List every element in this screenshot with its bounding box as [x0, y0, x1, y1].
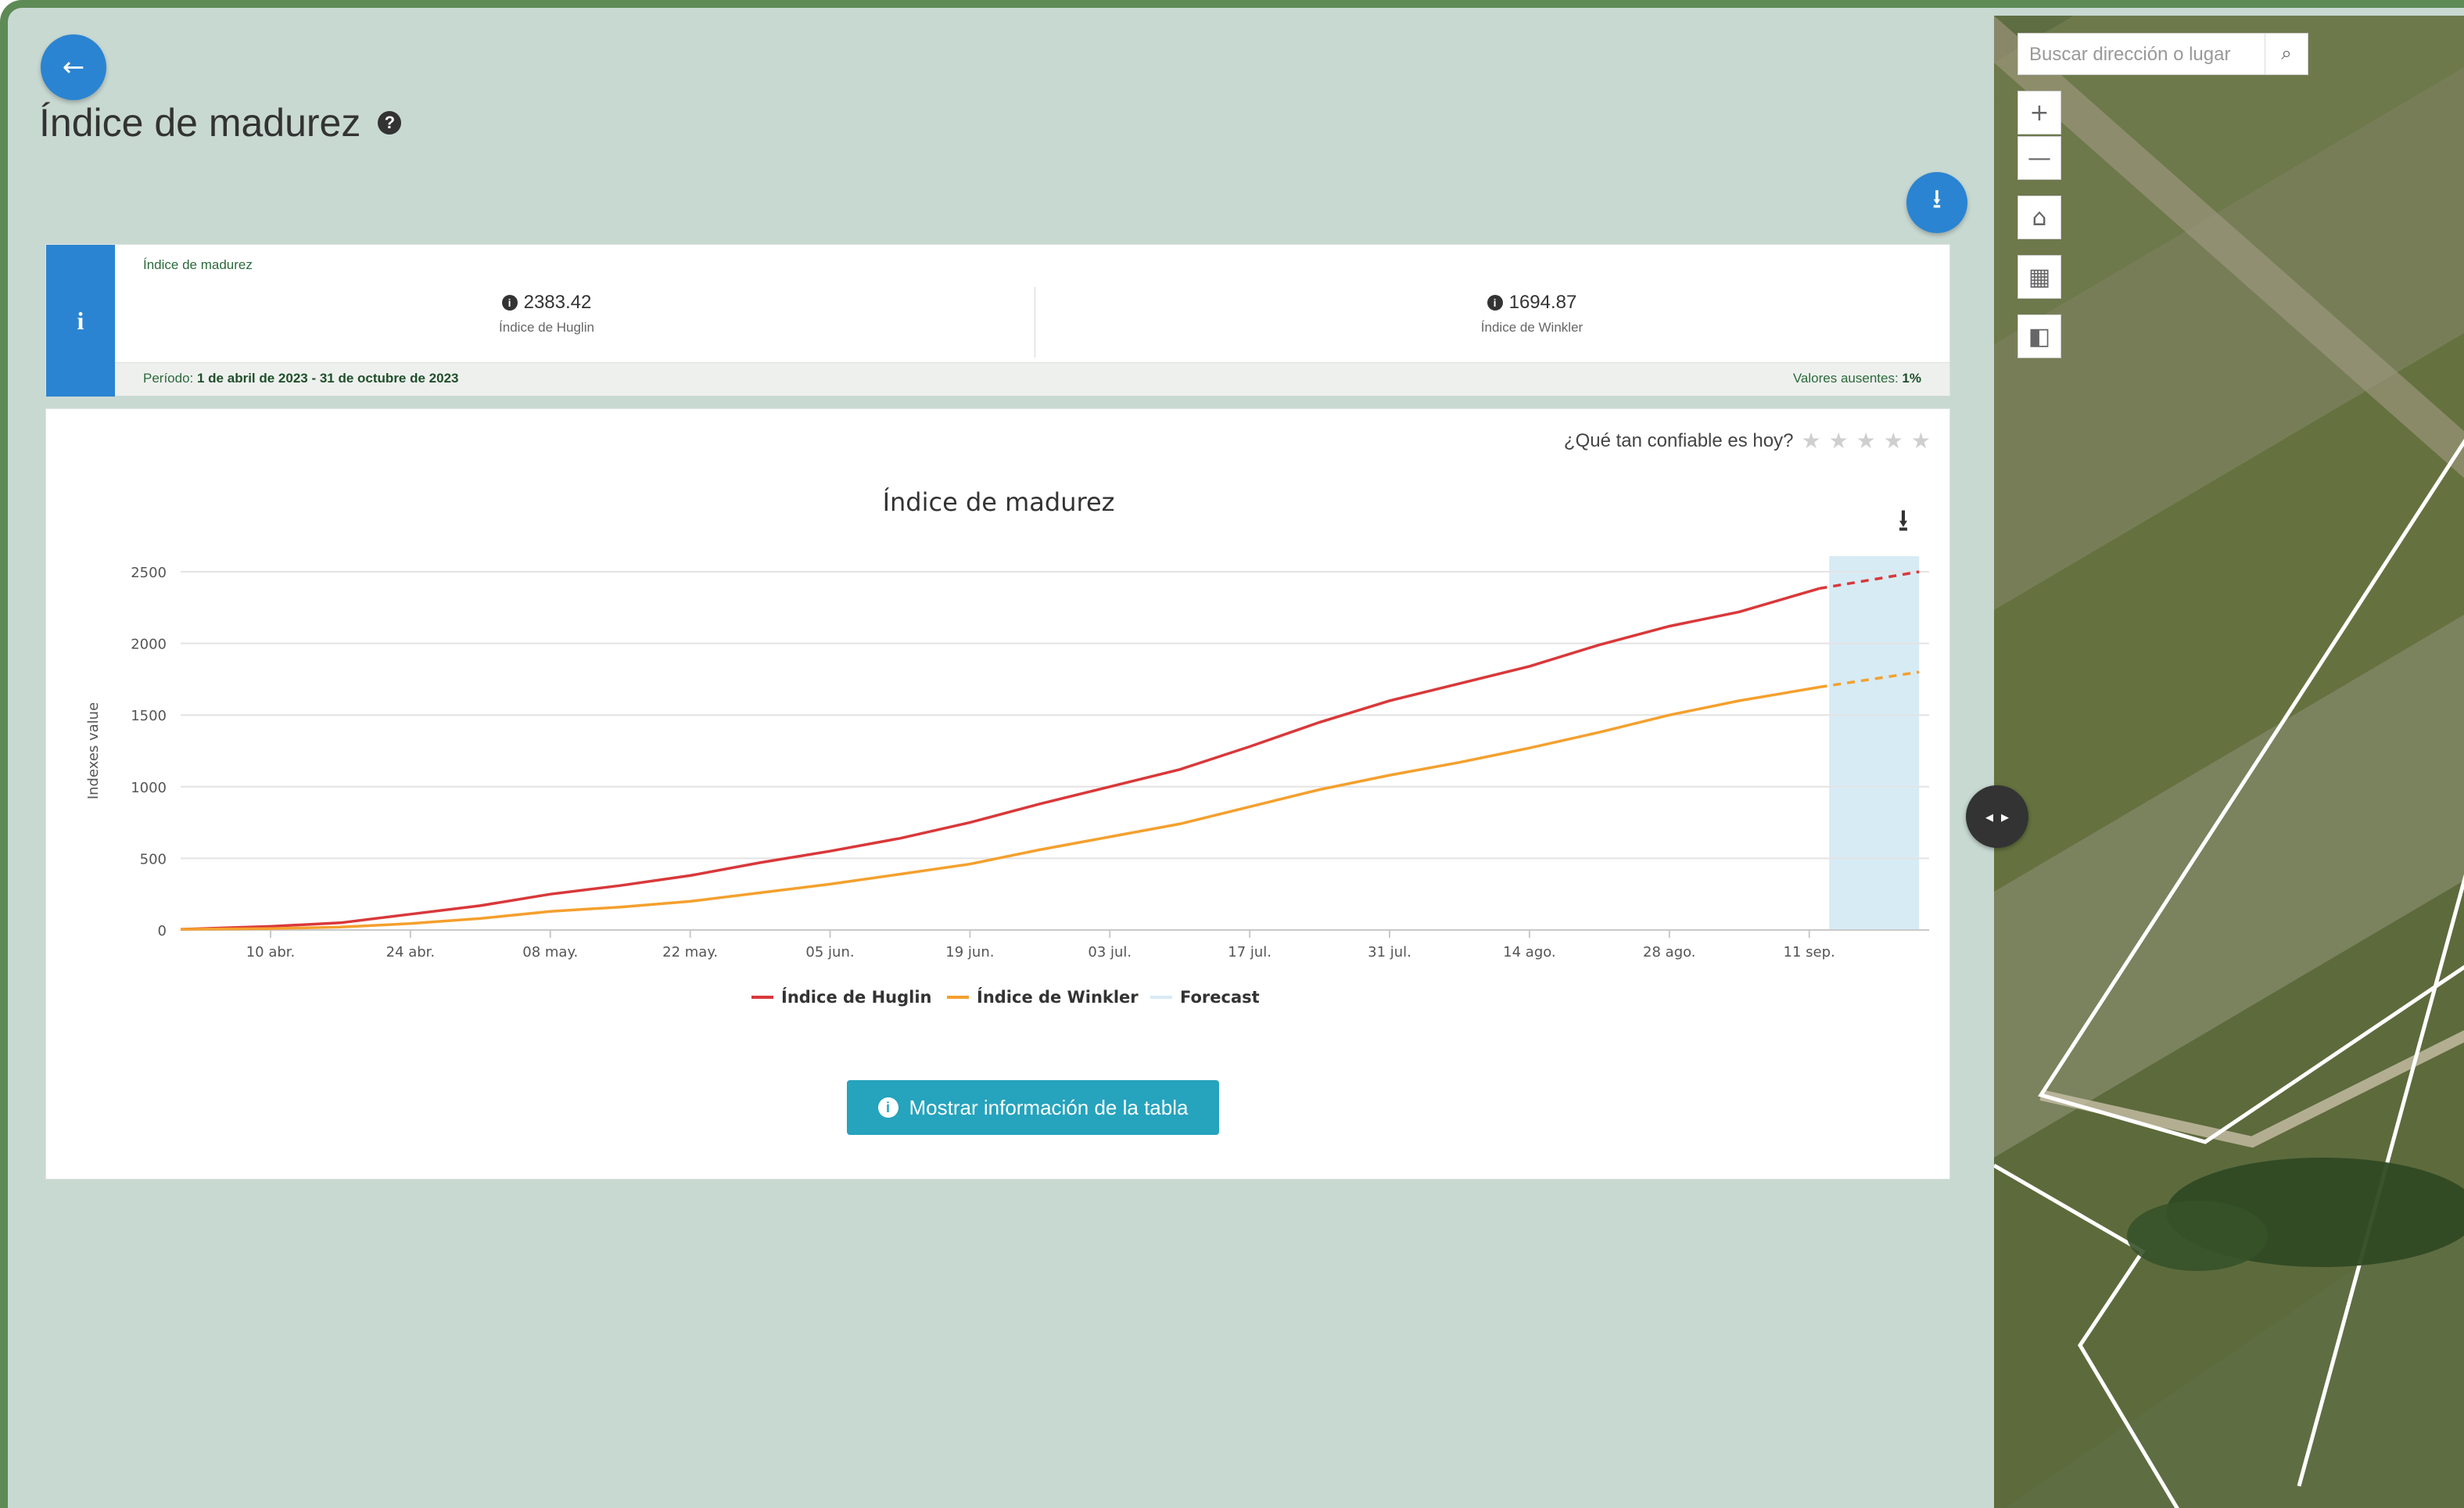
stat-huglin-label: Índice de Huglin: [499, 320, 594, 335]
info-icon: i: [46, 245, 115, 397]
chart-card: ¿Qué tan confiable es hoy? ★ ★ ★ ★ ★ Índ…: [45, 408, 1950, 1179]
x-tick-label: 17 jul.: [1228, 944, 1271, 960]
stat-huglin: i 2383.42 Índice de Huglin: [312, 292, 781, 336]
x-tick-label: 08 may.: [522, 944, 578, 960]
series-line-huglin: [180, 587, 1820, 931]
legend-label: Índice de Huglin: [781, 987, 932, 1007]
zoom-out-icon[interactable]: —: [2017, 136, 2061, 180]
legend-label: Índice de Winkler: [977, 987, 1139, 1007]
stat-huglin-value-row: i 2383.42: [312, 292, 781, 314]
panel-splitter-handle[interactable]: ◂ ▸: [1966, 785, 2028, 848]
info-badge-text: i: [77, 306, 84, 335]
stat-winkler: i 1694.87 Índice de Winkler: [1297, 292, 1766, 336]
layer-list-icon[interactable]: ◧: [2017, 314, 2061, 358]
y-axis-label: Indexes value: [85, 702, 102, 799]
info-dot-icon[interactable]: i: [501, 295, 518, 311]
chart-plot: 0 500 1000 1500 2000 2500 Indexes value 10 abr.…: [85, 556, 1929, 1007]
y-tick-label: 0: [158, 923, 167, 939]
app-frame: ← Índice de madurez ? ⭳ i Índice de madu…: [0, 0, 2464, 1508]
satellite-imagery: [1994, 16, 2464, 1508]
map-view[interactable]: Buscar dirección o lugar ⌕ + — ⌂ ▦ ◧: [1994, 16, 2464, 1508]
back-button[interactable]: ←: [41, 34, 106, 100]
stat-winkler-value: 1694.87: [1508, 292, 1577, 313]
x-tick-label: 28 ago.: [1643, 944, 1696, 960]
period-text: Período: 1 de abril de 2023 - 31 de octu…: [143, 371, 459, 386]
help-icon[interactable]: ?: [378, 111, 402, 135]
y-tick-label: 2500: [131, 565, 167, 581]
x-tick-label: 19 jun.: [945, 944, 994, 960]
zoom-in-icon[interactable]: +: [2017, 91, 2061, 135]
stat-winkler-label: Índice de Winkler: [1480, 320, 1583, 335]
y-tick-label: 1500: [131, 708, 167, 724]
x-tick-label: 22 may.: [662, 944, 718, 960]
x-tick-label: 10 abr.: [246, 944, 296, 960]
period-value: 1 de abril de 2023 - 31 de octubre de 20…: [197, 371, 459, 386]
legend-label: Forecast: [1180, 988, 1260, 1007]
home-icon[interactable]: ⌂: [2017, 196, 2061, 239]
chevron-right-icon: ▸: [2001, 807, 2010, 826]
page-title: Índice de madurez ?: [39, 100, 402, 145]
x-tick-label: 14 ago.: [1503, 944, 1556, 960]
missing-value: 1%: [1902, 371, 1921, 386]
y-tick-label: 2000: [131, 637, 167, 653]
download-icon: ⭳: [1932, 183, 1942, 215]
x-tick-label: 31 jul.: [1368, 944, 1411, 960]
missing-label: Valores ausentes:: [1792, 371, 1899, 386]
stat-huglin-value: 2383.42: [523, 292, 592, 313]
summary-card-title: Índice de madurez: [143, 257, 253, 272]
y-tick-label: 500: [140, 851, 167, 867]
summary-card-footer: Período: 1 de abril de 2023 - 31 de octu…: [115, 362, 1949, 396]
stat-winkler-value-row: i 1694.87: [1297, 292, 1766, 314]
search-input[interactable]: Buscar dirección o lugar: [2029, 44, 2230, 66]
x-tick-label: 03 jul.: [1088, 944, 1132, 960]
summary-card: i Índice de madurez i 2383.42 Índice de …: [45, 244, 1950, 397]
x-tick-label: 11 sep.: [1784, 944, 1835, 960]
forecast-band: [1829, 556, 1920, 930]
series-line-winkler: [180, 685, 1820, 931]
chevron-left-icon: ◂: [1985, 807, 1993, 826]
info-dot-icon[interactable]: i: [1487, 295, 1503, 311]
show-table-label: Mostrar información de la tabla: [909, 1095, 1189, 1119]
period-label: Período:: [143, 371, 194, 386]
missing-values-text: Valores ausentes: 1%: [1793, 371, 1921, 386]
info-icon: i: [877, 1097, 898, 1118]
map-search-box[interactable]: Buscar dirección o lugar ⌕: [2017, 33, 2308, 75]
y-tick-label: 1000: [131, 780, 167, 796]
left-panel: ← Índice de madurez ? ⭳ i Índice de madu…: [16, 16, 1994, 1508]
basemap-gallery-icon[interactable]: ▦: [2017, 255, 2061, 299]
page-title-text: Índice de madurez: [39, 101, 361, 145]
x-tick-label: 05 jun.: [805, 944, 854, 960]
download-button[interactable]: ⭳: [1906, 172, 1967, 233]
search-icon[interactable]: ⌕: [2265, 34, 2308, 74]
x-tick-label: 24 abr.: [386, 944, 436, 960]
arrow-left-icon: ←: [62, 52, 85, 83]
show-table-button[interactable]: i Mostrar información de la tabla: [847, 1080, 1219, 1135]
